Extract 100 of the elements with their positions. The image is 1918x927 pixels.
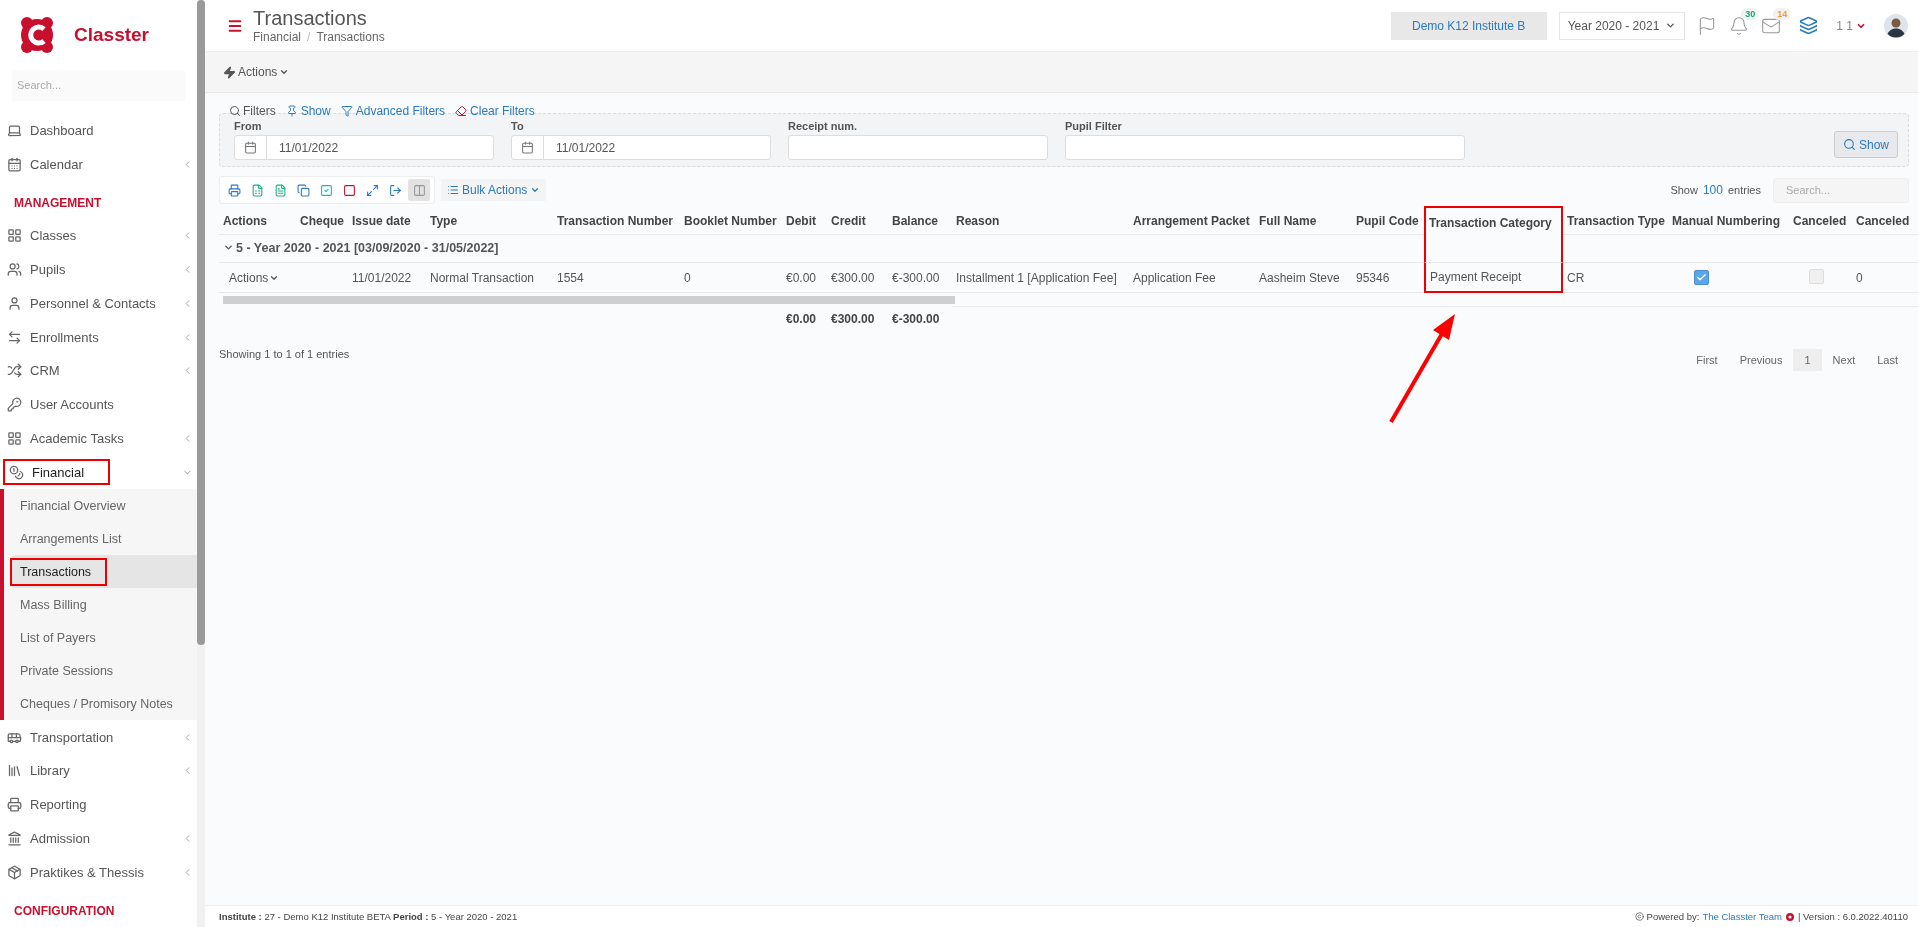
submenu-item[interactable]: Transactions: [10, 555, 197, 589]
sidebar-item[interactable]: CRM: [0, 354, 197, 388]
column-header[interactable]: Debit: [782, 206, 827, 235]
list-icon: [447, 184, 459, 196]
actions-menu[interactable]: Actions: [223, 65, 290, 79]
column-header[interactable]: Pupil Code: [1352, 206, 1424, 235]
caret-icon: [1665, 20, 1677, 31]
date-picker[interactable]: 11/01/2022: [511, 135, 771, 160]
laptop-icon: [7, 122, 22, 138]
submenu-item[interactable]: Arrangements List: [10, 522, 197, 556]
actions-dropdown[interactable]: Actions: [223, 270, 286, 285]
date-field[interactable]: 11/01/2022: [544, 136, 770, 159]
version-label: | Version : 6.0.2022.40110: [1797, 911, 1908, 922]
sidebar-item[interactable]: Personnel & Contacts: [0, 286, 197, 321]
input-field[interactable]: [788, 135, 1048, 160]
filter-link[interactable]: Clear Filters: [455, 104, 535, 118]
column-header[interactable]: Credit: [827, 206, 888, 235]
search-field[interactable]: Search...: [12, 69, 185, 102]
grid-icon: [7, 228, 22, 244]
search-icon: [229, 105, 241, 117]
submenu-item[interactable]: List of Payers: [10, 621, 197, 655]
page-link[interactable]: First: [1685, 349, 1729, 371]
bell-icon[interactable]: [1729, 15, 1750, 36]
page-link[interactable]: Previous: [1728, 349, 1794, 371]
brand-name: Classter: [74, 23, 149, 46]
submenu-item[interactable]: Financial Overview: [10, 489, 197, 523]
checked-square-icon: [320, 183, 333, 197]
user-menu[interactable]: 1 1: [1830, 17, 1872, 34]
page-size-select[interactable]: 100: [1702, 183, 1723, 197]
table-cell: €-300.00: [888, 263, 952, 293]
table-cell: 11/01/2022: [348, 263, 426, 293]
column-header[interactable]: Cheque: [292, 206, 348, 235]
table-cell: Aasheim Steve: [1255, 263, 1352, 293]
column-header[interactable]: Canceled: [1789, 206, 1852, 235]
logo-icon: [1784, 911, 1795, 922]
column-header[interactable]: Full Name: [1255, 206, 1352, 235]
checkbox[interactable]: [1694, 269, 1709, 285]
breadcrumb-link[interactable]: Transactions: [316, 30, 385, 44]
submenu-item[interactable]: Mass Billing: [10, 588, 197, 622]
filters-label: Filters: [229, 104, 276, 118]
page-link[interactable]: 1: [1793, 349, 1822, 371]
date-picker[interactable]: 11/01/2022: [234, 135, 494, 160]
column-header[interactable]: Actions: [219, 206, 292, 235]
column-header[interactable]: Transaction Category: [1424, 206, 1563, 235]
filter-link[interactable]: Advanced Filters: [340, 104, 446, 118]
sidebar-item[interactable]: Classes: [0, 218, 197, 253]
submenu-item[interactable]: Private Sessions: [10, 654, 197, 688]
section-heading: MANAGEMENT: [13, 194, 103, 212]
column-header[interactable]: Transaction Type: [1563, 206, 1668, 235]
column-header[interactable]: Balance: [888, 206, 952, 235]
year-select[interactable]: Year 2020 - 2021: [1558, 11, 1686, 40]
sidebar-item[interactable]: Academic Tasks: [0, 421, 197, 456]
table-cell: €300.00: [827, 263, 888, 293]
column-header[interactable]: Arrangement Packet: [1129, 206, 1255, 235]
team-link[interactable]: The Classter Team: [1702, 911, 1782, 922]
avatar: [1884, 13, 1908, 38]
table-cell: Installment 1 [Application Fee]: [952, 263, 1129, 293]
users-icon: [7, 262, 22, 277]
column-header[interactable]: Canceled: [1852, 206, 1918, 235]
bulk-actions-button[interactable]: Bulk Actions: [441, 179, 547, 201]
sidebar-item[interactable]: Dashboard: [0, 113, 197, 148]
submenu-item[interactable]: Cheques / Promisory Notes: [10, 687, 197, 721]
search-field[interactable]: Search...: [1773, 177, 1909, 203]
column-header[interactable]: Booklet Number: [680, 206, 782, 235]
sidebar-item[interactable]: Calendar: [0, 147, 197, 181]
sidebar-item[interactable]: Transportation: [0, 720, 197, 754]
columns-button[interactable]: [408, 179, 430, 201]
sidebar-item[interactable]: Pupils: [0, 252, 197, 287]
column-header[interactable]: Reason: [952, 206, 1129, 235]
calendar-icon: [244, 141, 257, 154]
column-header[interactable]: Transaction Number: [553, 206, 680, 235]
date-field[interactable]: 11/01/2022: [267, 136, 493, 159]
breadcrumb-link[interactable]: Financial: [253, 30, 302, 44]
sidebar-item[interactable]: Praktikes & Thessis: [0, 855, 197, 890]
user-icon: [7, 295, 22, 311]
table-cell: 0: [1852, 263, 1918, 293]
institute-button[interactable]: Demo K12 Institute B: [1390, 11, 1547, 40]
column-header[interactable]: Type: [426, 206, 553, 235]
sidebar-item[interactable]: Reporting: [0, 787, 197, 822]
page-link[interactable]: Last: [1866, 349, 1909, 371]
sidebar-item[interactable]: Admission: [0, 821, 197, 856]
sidebar-item[interactable]: Financial: [3, 459, 111, 486]
layers-icon[interactable]: [1799, 16, 1819, 35]
column-header[interactable]: Issue date: [348, 206, 426, 235]
bank-icon: [7, 830, 22, 846]
filter-icon: [340, 105, 353, 117]
column-header[interactable]: Manual Numbering: [1668, 206, 1789, 235]
sidebar-item[interactable]: User Accounts: [0, 387, 197, 422]
table-cell: Payment Receipt: [1424, 263, 1563, 293]
sidebar-item[interactable]: Enrollments: [0, 320, 197, 354]
input-field[interactable]: [1065, 135, 1465, 160]
document-icon: [274, 183, 287, 197]
sidebar-item[interactable]: Library: [0, 753, 197, 788]
show-button[interactable]: Show: [1833, 131, 1898, 158]
group-row-label[interactable]: 5 - Year 2020 - 2021 [03/09/2020 - 31/05/2022]: [223, 240, 499, 255]
filter-link[interactable]: Show: [285, 104, 331, 118]
menu-icon[interactable]: [227, 17, 243, 34]
powered-by-label: Powered by:: [1646, 911, 1700, 922]
logo-icon: [18, 14, 56, 55]
page-link[interactable]: Next: [1821, 349, 1867, 371]
